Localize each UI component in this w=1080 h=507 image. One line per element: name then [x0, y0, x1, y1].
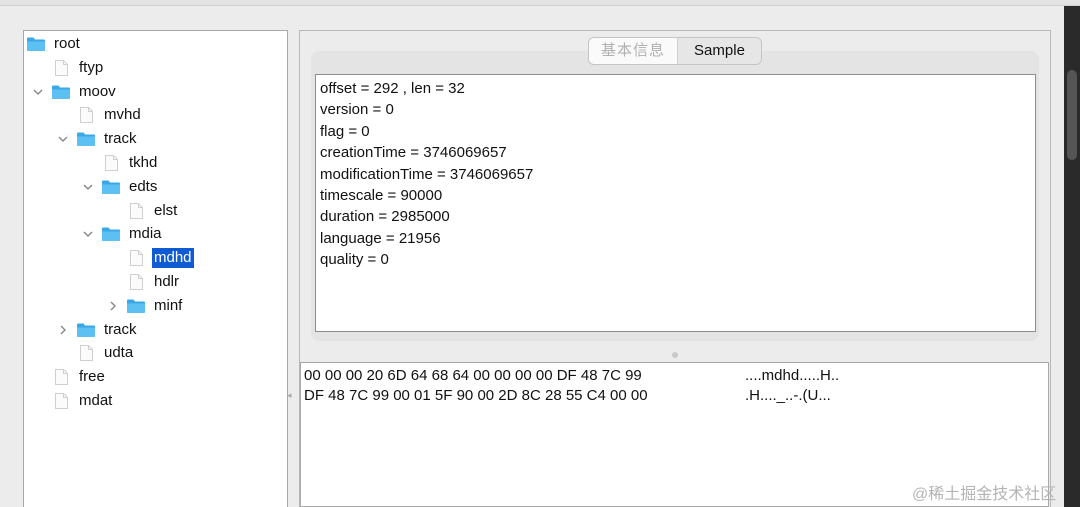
- tree-node-label: moov: [79, 82, 116, 100]
- info-line: creationTime = 3746069657: [320, 144, 507, 162]
- info-line: flag = 0: [320, 122, 370, 140]
- file-icon: [76, 345, 96, 362]
- hex-bytes: 00 00 00 20 6D 64 68 64 00 00 00 00 DF 4…: [304, 367, 642, 384]
- file-icon: [76, 107, 96, 124]
- tree-node-edts[interactable]: edts: [101, 176, 159, 198]
- hex-row: 00 00 00 20 6D 64 68 64 00 00 00 00 DF 4…: [304, 366, 839, 386]
- tree-node-mdhd[interactable]: mdhd: [126, 247, 194, 269]
- file-icon: [51, 59, 71, 76]
- hex-ascii: ....mdhd.....H..: [745, 367, 840, 384]
- tree-node-label: free: [79, 368, 105, 386]
- tree-node-label: mvhd: [104, 106, 141, 124]
- folder-icon: [51, 84, 71, 100]
- tab-sample[interactable]: Sample: [677, 38, 761, 64]
- chevron-down-icon[interactable]: [56, 132, 70, 146]
- tree-node-label: hdlr: [154, 273, 180, 290]
- tree-node-free[interactable]: free: [51, 366, 107, 388]
- box-info-text[interactable]: offset = 292 , len = 32 version = 0 flag =…: [315, 74, 1036, 332]
- tree-node-root[interactable]: root: [26, 33, 82, 55]
- tree-node-label: mdat: [79, 392, 113, 409]
- tree-node-label: elst: [154, 201, 178, 219]
- info-line: modificationTime = 3746069657: [320, 165, 534, 183]
- file-icon: [51, 369, 71, 386]
- tree-node-elst[interactable]: elst: [126, 200, 179, 222]
- tree-node-moov[interactable]: moov: [51, 81, 118, 103]
- tree-node-track[interactable]: track: [76, 128, 139, 150]
- tree-node-hdlr[interactable]: hdlr: [126, 271, 181, 293]
- tree-node-track[interactable]: track: [76, 319, 139, 341]
- file-icon: [51, 393, 71, 409]
- window-top-edge: [0, 0, 1080, 6]
- tree-node-ftyp[interactable]: ftyp: [51, 57, 105, 79]
- tree-node-label: track: [104, 130, 137, 148]
- chevron-right-icon[interactable]: [56, 323, 70, 337]
- folder-icon: [76, 131, 96, 147]
- split-pane-divider-handle[interactable]: [672, 352, 678, 358]
- folder-icon: [126, 298, 146, 314]
- folder-icon: [101, 179, 121, 195]
- info-line: timescale = 90000: [320, 186, 443, 204]
- tree-node-mdat[interactable]: mdat: [51, 390, 114, 412]
- tree-node-tkhd[interactable]: tkhd: [101, 152, 159, 174]
- info-line: language = 21956: [320, 229, 441, 247]
- tree-node-label: udta: [104, 344, 134, 362]
- file-icon: [126, 274, 146, 290]
- info-line: offset = 292 , len = 32: [320, 80, 465, 97]
- hex-bytes: DF 48 7C 99 00 01 5F 90 00 2D 8C 28 55 C…: [304, 387, 648, 404]
- tree-node-label: ftyp: [79, 58, 104, 76]
- divider-arrow-icon[interactable]: ◂: [287, 390, 295, 400]
- tree-node-mvhd[interactable]: mvhd: [76, 104, 143, 126]
- tree-node-label: mdia: [129, 225, 162, 243]
- chevron-right-icon[interactable]: [106, 299, 120, 313]
- tree-node-label: edts: [129, 177, 158, 195]
- folder-icon: [26, 36, 46, 52]
- chevron-down-icon[interactable]: [81, 227, 95, 241]
- folder-icon: [76, 322, 96, 338]
- tree-node-mdia[interactable]: mdia: [101, 223, 164, 245]
- watermark: @稀土掘金技术社区: [912, 486, 1057, 503]
- hex-ascii: .H...._..-.(U...: [745, 387, 831, 404]
- tree-node-udta[interactable]: udta: [76, 342, 135, 364]
- file-icon: [126, 250, 146, 267]
- box-tree-view[interactable]: root ftyp moov mvhd track tkhd edts elst mdia mdh…: [23, 30, 288, 507]
- tab-basic-info[interactable]: 基本信息: [589, 38, 678, 64]
- tab-bar: 基本信息 Sample: [588, 37, 762, 65]
- hex-row: DF 48 7C 99 00 01 5F 90 00 2D 8C 28 55 C…: [304, 386, 831, 406]
- info-line: duration = 2985000: [320, 208, 450, 226]
- chevron-down-icon[interactable]: [31, 85, 45, 99]
- info-line: version = 0: [320, 101, 394, 119]
- tree-node-label: mdhd: [152, 248, 194, 269]
- tree-node-minf[interactable]: minf: [126, 295, 184, 317]
- right-edge-scrollbar[interactable]: [1064, 6, 1080, 507]
- folder-icon: [101, 226, 121, 242]
- tree-node-label: root: [54, 35, 80, 52]
- tree-node-label: minf: [154, 296, 183, 314]
- tree-node-label: tkhd: [129, 154, 158, 171]
- scrollbar-thumb[interactable]: [1067, 70, 1077, 160]
- file-icon: [101, 155, 121, 171]
- file-icon: [126, 202, 146, 219]
- chevron-down-icon[interactable]: [81, 180, 95, 194]
- info-line: quality = 0: [320, 251, 389, 269]
- tree-node-label: track: [104, 320, 137, 338]
